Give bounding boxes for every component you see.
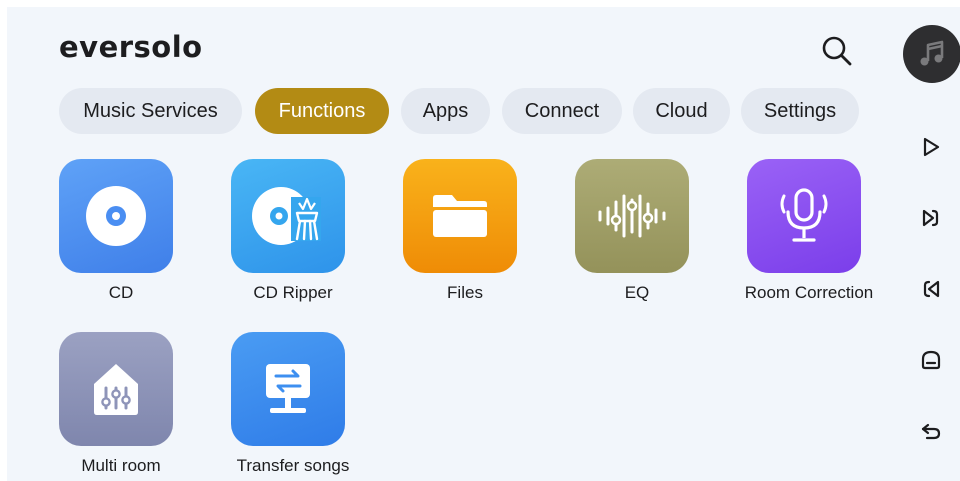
cd-icon <box>86 186 146 246</box>
tab-functions[interactable]: Functions <box>255 88 389 134</box>
next-button[interactable] <box>915 202 947 234</box>
eversolo-logo-text: eversolo <box>59 31 203 64</box>
tab-cloud[interactable]: Cloud <box>633 88 730 134</box>
next-icon <box>922 209 939 227</box>
function-tile-transfer-songs[interactable]: Transfer songs <box>208 332 378 481</box>
now-playing-button[interactable] <box>903 25 960 83</box>
app-screen: eversolo Music Services Functions Apps C… <box>7 7 960 481</box>
tab-label: Cloud <box>655 99 708 122</box>
function-label: Room Correction <box>744 283 874 302</box>
function-tile-multi-room[interactable]: Multi room <box>36 332 206 481</box>
previous-button[interactable] <box>915 273 947 305</box>
home-icon <box>921 350 941 370</box>
play-icon <box>923 137 940 157</box>
previous-icon <box>923 280 940 298</box>
side-control-rail <box>902 25 960 475</box>
microphone-icon <box>780 188 828 242</box>
cd-ripper-icon <box>252 187 321 245</box>
tab-apps[interactable]: Apps <box>401 88 490 134</box>
function-tile-icon-box <box>59 332 173 446</box>
multi-room-icon <box>94 364 138 415</box>
tab-label: Settings <box>763 99 837 122</box>
play-button[interactable] <box>915 131 947 163</box>
function-tile-icon-box <box>403 159 517 273</box>
function-tile-icon-box <box>575 159 689 273</box>
function-tile-cd-ripper[interactable]: CD Ripper <box>208 159 378 309</box>
back-button[interactable] <box>915 415 947 447</box>
back-icon <box>921 423 941 440</box>
function-tile-icon-box <box>747 159 861 273</box>
function-label: Transfer songs <box>236 456 350 475</box>
function-tile-icon-box <box>231 159 345 273</box>
search-button[interactable] <box>815 29 859 73</box>
search-icon <box>822 36 852 66</box>
function-tile-eq[interactable]: EQ <box>552 159 722 309</box>
tab-settings[interactable]: Settings <box>741 88 859 134</box>
home-button[interactable] <box>915 344 947 376</box>
eversolo-logo: eversolo <box>59 31 203 64</box>
tab-label: Connect <box>524 99 600 122</box>
music-note-icon <box>920 40 944 66</box>
tab-label: Apps <box>422 99 469 122</box>
function-tile-files[interactable]: Files <box>380 159 550 309</box>
function-tile-room-correction[interactable]: Room Correction <box>724 159 894 309</box>
function-tile-cd[interactable]: CD <box>36 159 206 309</box>
tab-label: Music Services <box>83 99 218 122</box>
tab-connect[interactable]: Connect <box>502 88 622 134</box>
equalizer-icon <box>598 194 666 238</box>
function-tile-icon-box <box>231 332 345 446</box>
transfer-icon <box>266 364 310 413</box>
tab-label: Functions <box>278 99 366 122</box>
function-tile-icon-box <box>59 159 173 273</box>
tab-music-services[interactable]: Music Services <box>59 88 242 134</box>
folder-icon <box>433 195 487 237</box>
